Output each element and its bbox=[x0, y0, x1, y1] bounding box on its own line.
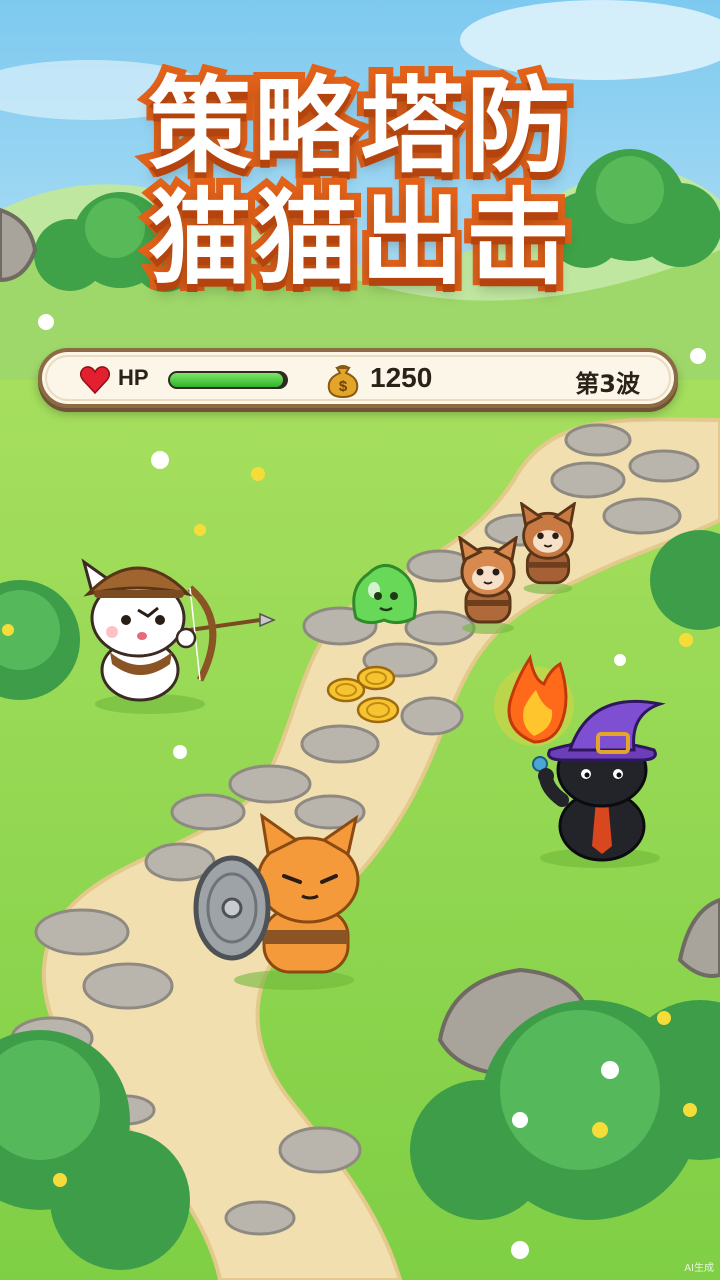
green-slime[interactable] bbox=[348, 558, 420, 628]
title-line-1: 策略塔防 bbox=[141, 63, 577, 189]
brown-cat-enemy-2[interactable] bbox=[512, 502, 584, 594]
archer-cat[interactable] bbox=[70, 552, 280, 717]
title-line-2: 猫猫出击 bbox=[141, 175, 577, 301]
hud-bar: HP $ 1250 第3波 bbox=[38, 348, 678, 408]
ai-watermark: AI生成 bbox=[684, 1263, 714, 1274]
hp-bar bbox=[168, 371, 288, 389]
game-title: 策略塔防 猫猫出击 bbox=[110, 63, 610, 320]
gold-count: 1250 bbox=[370, 362, 433, 393]
money-bag-icon: $ bbox=[327, 365, 359, 398]
wave-indicator: 第3波 bbox=[575, 370, 640, 398]
svg-text:$: $ bbox=[339, 378, 348, 395]
wizard-cat[interactable] bbox=[490, 650, 690, 870]
heart-icon bbox=[80, 366, 110, 394]
hp-bar-fill bbox=[170, 373, 283, 387]
coin-pile[interactable] bbox=[324, 660, 408, 728]
shield-cat[interactable] bbox=[190, 810, 370, 990]
hp-label: HP bbox=[118, 365, 149, 390]
